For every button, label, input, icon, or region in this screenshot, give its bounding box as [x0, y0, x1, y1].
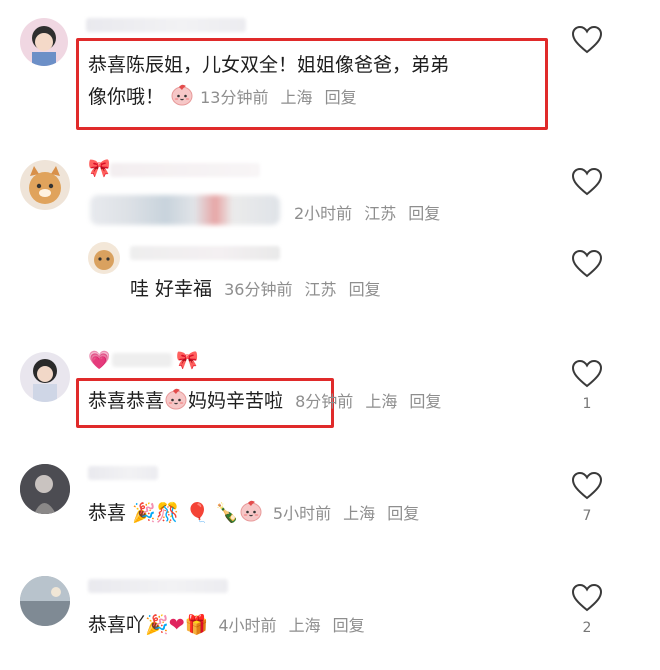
avatar[interactable] — [20, 576, 70, 626]
comment-time: 4小时前 — [218, 616, 277, 635]
heart-badge-icon: 💗 — [88, 350, 111, 371]
avatar[interactable] — [20, 464, 70, 514]
heart-outline-icon[interactable] — [572, 168, 602, 196]
heart-outline-icon[interactable] — [572, 26, 602, 54]
comment-time: 13分钟前 — [200, 88, 269, 107]
reply-button[interactable]: 回复 — [333, 616, 365, 635]
reply-button[interactable]: 回复 — [325, 88, 357, 107]
username-blurred[interactable] — [112, 353, 172, 367]
comment-location: 上海 — [288, 616, 321, 635]
comment-text-content-2: 妈妈辛苦啦 — [188, 390, 284, 412]
peach-emoji-icon — [170, 82, 194, 106]
reply-button[interactable]: 回复 — [408, 204, 440, 223]
comment-text: 哇 好幸福 36分钟前 江苏 回复 — [130, 274, 381, 305]
comment-time: 5小时前 — [272, 504, 332, 523]
heart-outline-icon[interactable] — [572, 584, 602, 612]
comment-text: 恭喜陈辰姐，儿女双全！姐姐像爸爸，弟弟 — [88, 50, 449, 80]
bow-icon: 🎀 — [88, 158, 111, 179]
avatar[interactable] — [20, 352, 70, 402]
gift-icon: 🎁 — [184, 614, 209, 636]
heart-outline-icon[interactable] — [572, 472, 602, 500]
like-count: 1 — [582, 396, 592, 412]
like-count: 2 — [582, 620, 592, 636]
username-blurred[interactable] — [88, 579, 228, 593]
username-blurred[interactable] — [130, 246, 280, 260]
like-count: 7 — [582, 508, 592, 524]
avatar[interactable] — [20, 18, 68, 66]
comment-location: 上海 — [365, 392, 398, 411]
comment-location: 上海 — [280, 88, 313, 107]
avatar[interactable] — [20, 160, 70, 210]
heart-outline-icon[interactable] — [572, 360, 602, 388]
reply-button[interactable]: 回复 — [409, 392, 441, 411]
comment-meta: 2小时前 江苏 回复 — [294, 198, 440, 229]
username-blurred[interactable] — [86, 18, 246, 32]
comment-text-content: 恭喜 — [88, 502, 127, 524]
comment-text-content: 恭喜恭喜 — [88, 390, 165, 412]
comment-time: 2小时前 — [294, 204, 353, 223]
bow-icon: 🎀 — [176, 350, 199, 371]
comment-location: 上海 — [343, 504, 376, 523]
balloon-icon: 🎈 — [185, 502, 210, 524]
comment-time: 36分钟前 — [224, 280, 293, 299]
avatar-photo — [20, 576, 70, 626]
comment-text-content: 哇 好幸福 — [130, 278, 213, 300]
comment-text-blurred — [90, 195, 280, 225]
avatar[interactable] — [88, 242, 120, 274]
peach-emoji-icon — [239, 498, 263, 522]
party-popper-icon: 🎊 — [155, 502, 180, 524]
comment-text: 恭喜恭喜 妈妈辛苦啦 8分钟前 上海 回复 — [88, 386, 441, 417]
comment-location: 江苏 — [304, 280, 337, 299]
comment-time: 8分钟前 — [295, 392, 354, 411]
reply-button[interactable]: 回复 — [387, 504, 419, 523]
champagne-icon: 🍾 — [215, 502, 239, 524]
heart-icon: ❤ — [168, 614, 185, 636]
comment-text-line2: 像你哦！ — [88, 86, 165, 108]
avatar-photo — [32, 26, 56, 66]
avatar-photo — [94, 250, 114, 270]
username-blurred[interactable] — [110, 163, 260, 177]
party-popper-icon: 🎉 — [132, 502, 156, 524]
comment-text-second: 像你哦！ 13分钟前 上海 回复 — [88, 82, 357, 113]
comment-location: 江苏 — [364, 204, 397, 223]
avatar-photo — [29, 166, 61, 204]
reply-button[interactable]: 回复 — [349, 280, 381, 299]
comment-text-line1: 恭喜陈辰姐，儿女双全！姐姐像爸爸，弟弟 — [88, 54, 450, 76]
comment-text: 恭喜吖🎉❤🎁 4小时前 上海 回复 — [88, 610, 365, 641]
party-popper-icon: 🎉 — [145, 614, 169, 636]
peach-emoji-icon — [164, 386, 188, 410]
avatar-photo — [33, 359, 57, 402]
comment-text-content: 恭喜吖 — [88, 614, 146, 636]
username-blurred[interactable] — [88, 466, 158, 480]
comment-text: 恭喜 🎉🎊 🎈 🍾 5小时前 上海 回复 — [88, 498, 419, 529]
heart-outline-icon[interactable] — [572, 250, 602, 278]
avatar-photo — [20, 464, 70, 514]
